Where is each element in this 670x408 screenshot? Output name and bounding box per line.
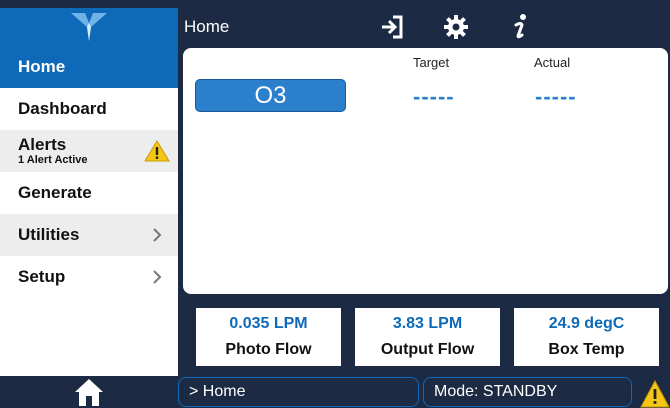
chevron-right-icon <box>152 256 162 298</box>
breadcrumb: > Home <box>178 377 419 407</box>
target-header: Target <box>413 55 450 70</box>
status-photo-flow: 0.035 LPM Photo Flow <box>196 308 341 366</box>
warning-icon <box>144 140 170 162</box>
sidebar: Home Dashboard Alerts 1 Alert Active Gen… <box>0 46 178 376</box>
status-value: 0.035 LPM <box>229 315 308 332</box>
status-box-temp: 24.9 degC Box Temp <box>514 308 659 366</box>
page-title: Home <box>184 17 230 36</box>
alert-count-text: 1 Alert Active <box>18 154 88 166</box>
status-label: Box Temp <box>548 341 625 358</box>
app-window: Home Home Dashboard Alerts 1 Alert Activ… <box>0 0 670 408</box>
sidebar-item-label: Setup <box>18 267 66 286</box>
sidebar-item-utilities[interactable]: Utilities <box>0 214 178 256</box>
sidebar-item-label: Dashboard <box>18 99 107 118</box>
sidebar-item-label: Utilities <box>18 225 80 244</box>
info-icon <box>514 14 526 39</box>
status-label: Photo Flow <box>225 341 312 358</box>
logout-button[interactable] <box>375 8 409 46</box>
status-value: 3.83 LPM <box>392 315 463 332</box>
sidebar-item-label: Generate <box>18 183 92 202</box>
gear-icon <box>444 15 468 39</box>
home-icon <box>75 379 103 406</box>
info-button[interactable] <box>503 8 537 46</box>
settings-button[interactable] <box>439 8 473 46</box>
actual-header: Actual <box>534 55 571 70</box>
sidebar-item-label: Alerts <box>18 135 67 154</box>
company-logo <box>0 8 178 46</box>
logo-icon <box>71 13 107 41</box>
logout-icon <box>382 15 403 39</box>
sidebar-item-label: Home <box>18 57 66 76</box>
status-value: 24.9 degC <box>548 315 625 332</box>
sidebar-item-dashboard[interactable]: Dashboard <box>0 88 178 130</box>
chevron-right-icon <box>152 214 162 256</box>
status-output-flow: 3.83 LPM Output Flow <box>355 308 500 366</box>
sidebar-item-setup[interactable]: Setup <box>0 256 178 298</box>
sidebar-item-generate[interactable]: Generate <box>0 172 178 214</box>
actual-value: ----- <box>535 84 577 109</box>
target-value: ----- <box>413 84 455 109</box>
home-button[interactable] <box>0 376 178 408</box>
warning-icon[interactable] <box>640 380 670 408</box>
status-label: Output Flow <box>380 341 475 358</box>
sidebar-item-alerts[interactable]: Alerts 1 Alert Active <box>0 130 178 172</box>
sidebar-item-home[interactable]: Home <box>0 46 178 88</box>
gas-select-button[interactable]: O3 <box>195 79 346 112</box>
mode-status: Mode: STANDBY <box>423 377 632 407</box>
